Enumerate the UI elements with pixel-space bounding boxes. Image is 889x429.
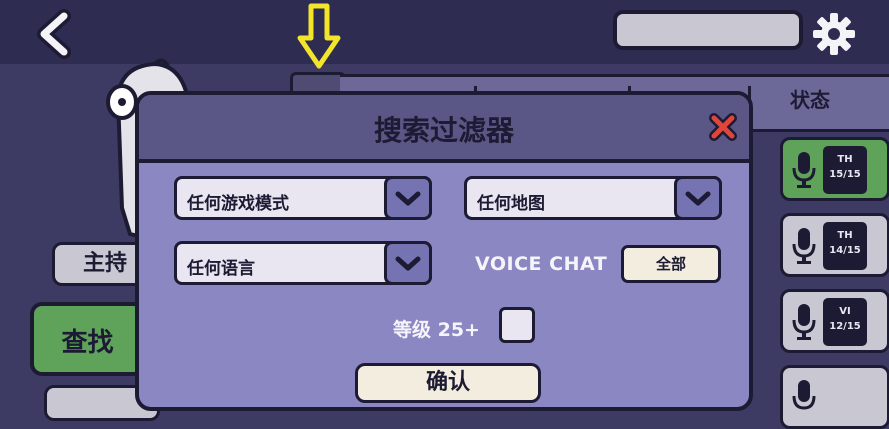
dropdown-toggle[interactable]	[674, 176, 722, 220]
dropdown-toggle[interactable]	[384, 176, 432, 220]
column-status-label: 状态	[790, 88, 830, 112]
microphone-icon	[792, 380, 816, 410]
chevron-down-icon	[395, 256, 421, 271]
lobby-card[interactable]: VI 12/15	[780, 289, 889, 353]
lobby-language: TH	[837, 230, 853, 241]
game-mode-dropdown[interactable]: 任何游戏模式	[174, 176, 432, 220]
voice-chat-label: VOICE CHAT	[475, 253, 608, 275]
lobby-player-count: 12/15	[829, 321, 861, 332]
tutorial-arrow-icon	[296, 2, 342, 72]
chevron-down-icon	[685, 191, 711, 206]
chevron-left-icon	[37, 9, 71, 59]
search-input[interactable]	[613, 10, 803, 50]
game-mode-value: 任何游戏模式	[187, 194, 289, 214]
lobby-language-tag: VI 12/15	[823, 298, 867, 346]
map-value: 任何地图	[477, 194, 545, 214]
lobby-card[interactable]: TH 15/15	[780, 137, 889, 201]
find-button[interactable]: 查找	[30, 302, 145, 376]
language-dropdown[interactable]: 任何语言	[174, 241, 432, 285]
lobby-language: VI	[839, 306, 851, 317]
back-button[interactable]	[30, 8, 82, 60]
lobby-player-count: 15/15	[829, 169, 861, 180]
level-filter-label: 等级 25+	[393, 319, 480, 341]
close-button[interactable]	[709, 113, 737, 141]
microphone-icon	[792, 152, 816, 188]
search-filter-modal: 搜索过滤器 任何游戏模式 任何地图 任何语言 VOICE CHAT 全部 等级 …	[135, 91, 753, 411]
lobby-card[interactable]	[780, 365, 889, 429]
close-icon	[709, 113, 737, 141]
lobby-language-tag: TH 15/15	[823, 146, 867, 194]
lobby-card[interactable]: TH 14/15	[780, 213, 889, 277]
lobby-player-count: 14/15	[829, 245, 861, 256]
chevron-down-icon	[395, 191, 421, 206]
level-filter-checkbox[interactable]	[499, 307, 535, 343]
microphone-icon	[792, 228, 816, 264]
gear-icon	[813, 13, 855, 55]
dropdown-toggle[interactable]	[384, 241, 432, 285]
language-value: 任何语言	[187, 259, 255, 279]
map-dropdown[interactable]: 任何地图	[464, 176, 722, 220]
lobby-language: TH	[837, 154, 853, 165]
voice-chat-toggle[interactable]: 全部	[621, 245, 721, 283]
confirm-button[interactable]: 确认	[355, 363, 541, 403]
modal-header: 搜索过滤器	[139, 95, 749, 163]
modal-title: 搜索过滤器	[373, 114, 514, 147]
microphone-icon	[792, 304, 816, 340]
lobby-language-tag: TH 14/15	[823, 222, 867, 270]
settings-button[interactable]	[808, 8, 860, 60]
